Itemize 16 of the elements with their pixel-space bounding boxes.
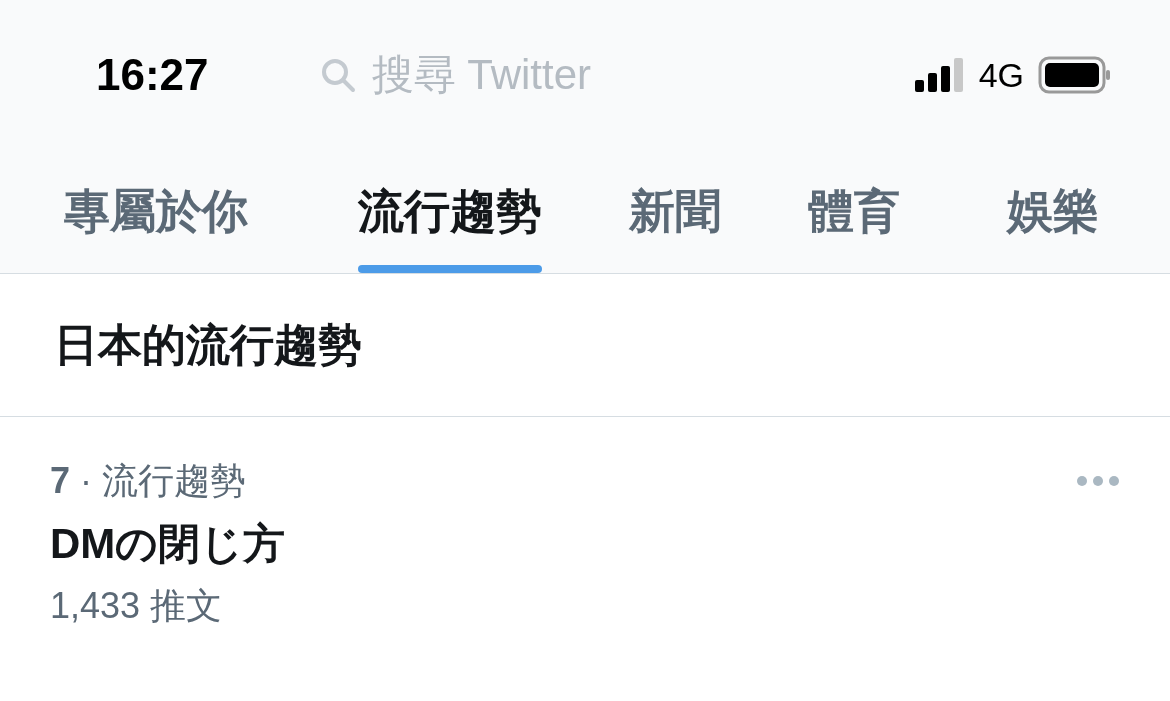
battery-icon bbox=[1038, 56, 1110, 94]
tab[interactable]: 專屬於你 bbox=[40, 150, 272, 273]
tab[interactable]: 娛樂 bbox=[983, 150, 1123, 273]
network-label: 4G bbox=[978, 55, 1024, 95]
tab[interactable]: 新聞 bbox=[605, 150, 745, 273]
tab[interactable]: 流行趨勢 bbox=[334, 150, 566, 273]
search-field[interactable]: 搜尋 Twitter bbox=[369, 50, 915, 100]
status-time: 16:27 bbox=[96, 50, 210, 100]
more-icon[interactable] bbox=[1076, 475, 1120, 487]
section-title: 日本的流行趨勢 bbox=[0, 274, 1170, 417]
trend-context: 7 · 流行趨勢 bbox=[50, 459, 248, 503]
signal-icon bbox=[914, 58, 965, 92]
tab[interactable]: 體育 bbox=[784, 150, 924, 273]
tweet-count: 1,433 推文 bbox=[50, 584, 224, 628]
trend-title[interactable]: DMの閉じ方 bbox=[50, 516, 1076, 572]
search-icon bbox=[319, 57, 356, 93]
